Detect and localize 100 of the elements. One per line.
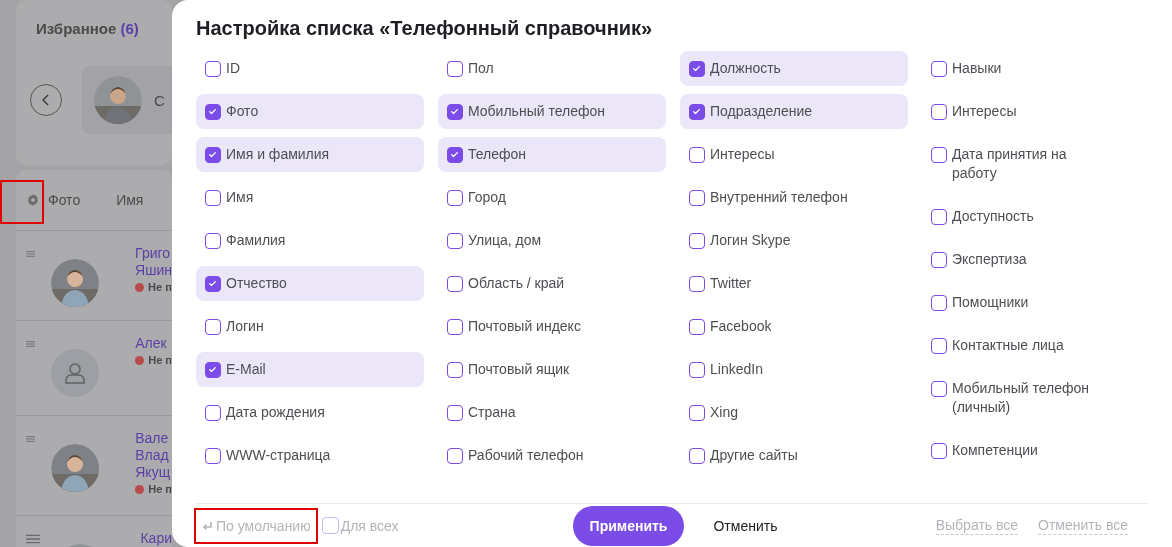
checkbox[interactable] (205, 232, 221, 249)
checkbox[interactable] (689, 189, 705, 206)
column-header: Имя (116, 192, 144, 208)
drag-handle-icon[interactable] (26, 339, 36, 349)
checkbox[interactable] (689, 361, 705, 378)
column-option[interactable]: Отчество (196, 266, 424, 301)
column-option[interactable]: Имя и фамилия (196, 137, 424, 172)
column-option[interactable]: WWW-страница (196, 438, 424, 473)
column-option[interactable]: Другие сайты (680, 438, 908, 473)
checkbox[interactable] (931, 146, 947, 163)
column-option[interactable]: Дата принятия на работу (922, 137, 1112, 191)
checkbox[interactable] (931, 208, 947, 225)
contact-card[interactable]: С (82, 66, 172, 134)
checkbox[interactable] (447, 447, 463, 464)
cancel-button[interactable]: Отменить (696, 509, 795, 542)
status-text: Не п (148, 280, 172, 295)
checkbox[interactable] (931, 380, 947, 397)
column-option[interactable]: Контактные лица (922, 328, 1112, 363)
drag-handle-icon[interactable] (26, 434, 36, 444)
column-option[interactable]: Экспертиза (922, 242, 1112, 277)
column-option[interactable]: Доступность (922, 199, 1112, 234)
checkbox[interactable] (447, 275, 463, 292)
checkbox[interactable] (447, 318, 463, 335)
column-option[interactable]: Twitter (680, 266, 908, 301)
column-option[interactable]: Навыки (922, 51, 1112, 86)
checkbox[interactable] (447, 60, 463, 77)
checkbox[interactable] (447, 189, 463, 206)
checkbox[interactable] (447, 232, 463, 249)
checkbox[interactable] (931, 442, 947, 459)
checkbox[interactable] (931, 60, 947, 77)
apply-button[interactable]: Применить (572, 505, 685, 546)
favorites-title: Избранное (6) (36, 20, 140, 37)
column-option[interactable]: Мобильный телефон (личный) (922, 371, 1112, 425)
column-option[interactable]: Facebook (680, 309, 908, 344)
checkbox[interactable] (689, 146, 705, 163)
status-dot (135, 283, 145, 292)
checkbox[interactable] (931, 337, 947, 354)
checkbox[interactable] (447, 404, 463, 421)
checkbox[interactable] (689, 60, 705, 77)
column-option[interactable]: Подразделение (680, 94, 908, 129)
return-arrow-icon (201, 519, 213, 532)
checkbox[interactable] (931, 103, 947, 120)
checkbox[interactable] (205, 189, 221, 206)
checkbox[interactable] (205, 60, 221, 77)
column-option[interactable]: Фото (196, 94, 424, 129)
checkbox[interactable] (447, 361, 463, 378)
checkbox[interactable] (689, 232, 705, 249)
checkbox[interactable] (205, 318, 221, 335)
checkbox[interactable] (689, 404, 705, 421)
status-text: Не п (148, 482, 172, 497)
column-option[interactable]: Телефон (438, 137, 666, 172)
column-option[interactable]: E-Mail (196, 352, 424, 387)
column-option[interactable]: Логин (196, 309, 424, 344)
column-option[interactable]: Интересы (922, 94, 1112, 129)
checkbox[interactable] (205, 275, 221, 292)
checkbox[interactable] (689, 103, 705, 120)
column-option[interactable]: Интересы (680, 137, 908, 172)
column-option[interactable]: Почтовый индекс (438, 309, 666, 344)
column-option[interactable]: Пол (438, 51, 666, 86)
status-dot (135, 485, 145, 494)
person-icon (65, 362, 86, 384)
column-option[interactable]: Фамилия (196, 223, 424, 258)
checkbox[interactable] (205, 361, 221, 378)
column-option[interactable]: Логин Skype (680, 223, 908, 258)
column-option[interactable]: Рабочий телефон (438, 438, 666, 473)
checkbox[interactable] (689, 275, 705, 292)
column-option[interactable]: Должность (680, 51, 908, 86)
column-option[interactable]: Имя (196, 180, 424, 215)
checkbox[interactable] (447, 146, 463, 163)
checkbox[interactable] (931, 294, 947, 311)
checkbox[interactable] (447, 103, 463, 120)
column-option[interactable]: Почтовый ящик (438, 352, 666, 387)
dialog-title: Настройка списка «Телефонный справочник» (196, 17, 654, 40)
column-option[interactable]: Внутренний телефон (680, 180, 908, 215)
column-option[interactable]: Дата рождения (196, 395, 424, 430)
checkbox[interactable] (205, 103, 221, 120)
checkbox[interactable] (689, 318, 705, 335)
checkbox[interactable] (205, 447, 221, 464)
checkbox[interactable] (931, 251, 947, 268)
column-option[interactable]: LinkedIn (680, 352, 908, 387)
contact-name: С (154, 91, 165, 109)
column-option[interactable]: Страна (438, 395, 666, 430)
column-option[interactable]: Область / край (438, 266, 666, 301)
column-option[interactable]: ID (196, 51, 424, 86)
drag-handle-icon[interactable] (26, 249, 36, 259)
checkbox[interactable] (689, 447, 705, 464)
status-text: Не п (148, 353, 172, 368)
checkbox[interactable] (205, 146, 221, 163)
column-option[interactable]: Помощники (922, 285, 1112, 320)
column-option[interactable]: Город (438, 180, 666, 215)
column-option[interactable]: Улица, дом (438, 223, 666, 258)
column-option[interactable]: Компетенции (922, 433, 1112, 468)
column-header: Фото (48, 192, 81, 208)
drag-handle-icon[interactable] (26, 534, 41, 544)
status-dot (135, 356, 145, 365)
column-option[interactable]: Xing (680, 395, 908, 430)
checkbox[interactable] (205, 404, 221, 421)
employee-name[interactable]: Григо (135, 245, 172, 262)
column-option[interactable]: Мобильный телефон (438, 94, 666, 129)
checkbox[interactable] (321, 517, 339, 534)
